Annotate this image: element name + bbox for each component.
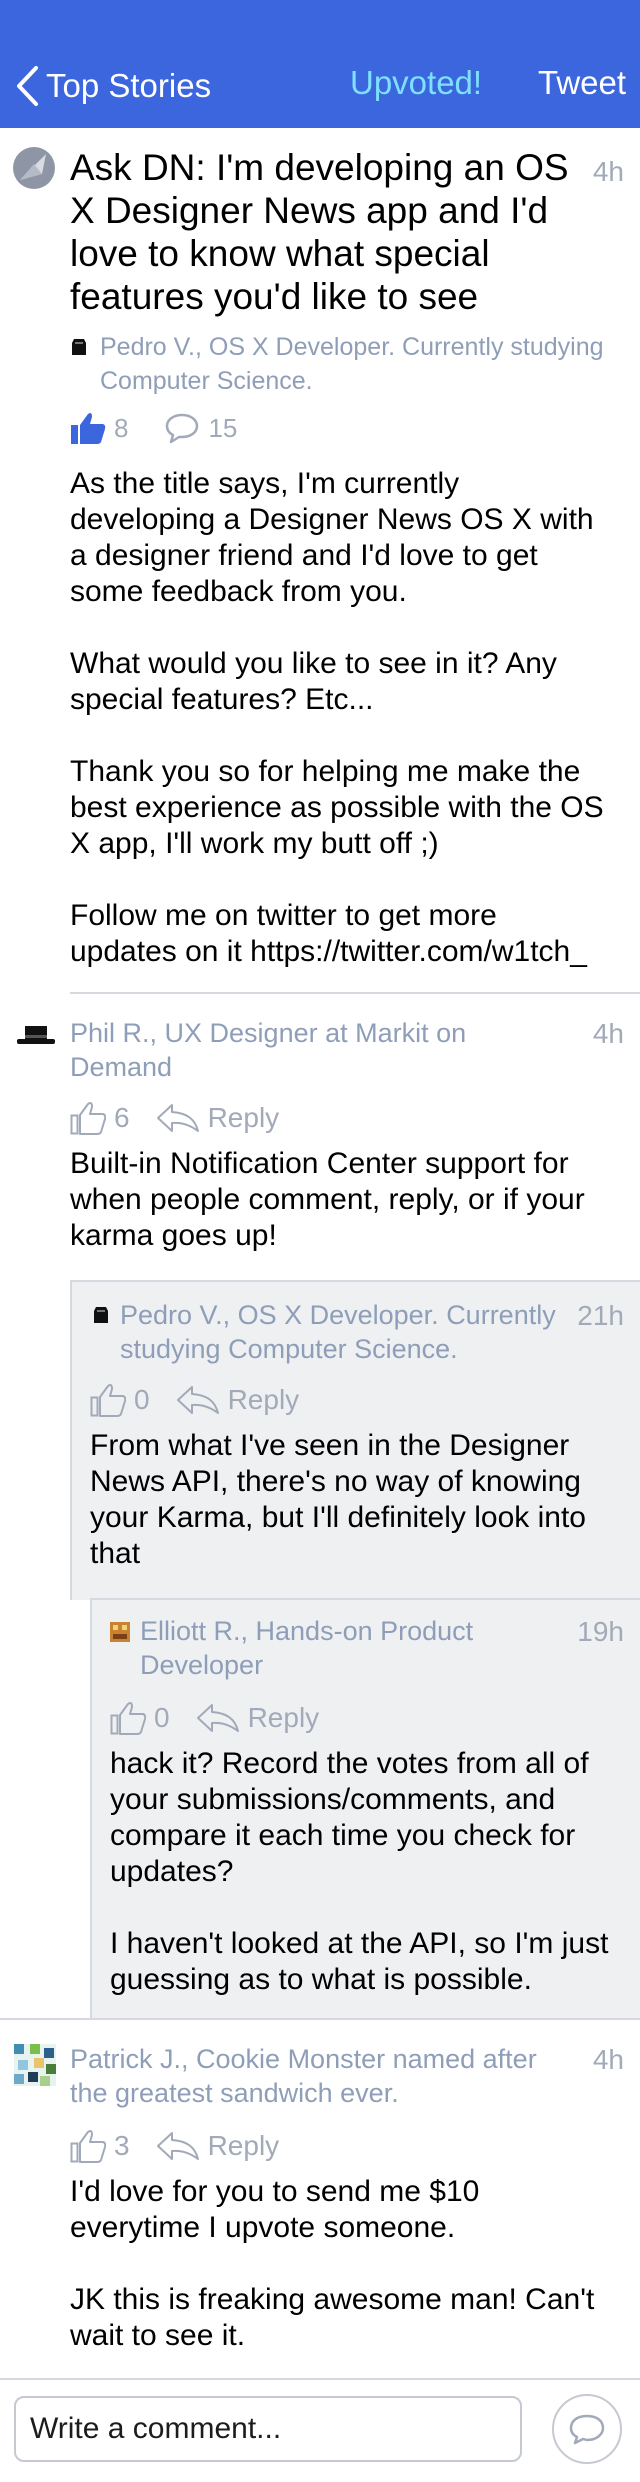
- upvote-count: 3: [114, 2130, 130, 2161]
- pixel-avatar-icon: [110, 1622, 130, 1642]
- comment-actions: 0 Reply: [90, 1380, 299, 1420]
- story-body: As the title says, I'm currently develop…: [70, 467, 604, 968]
- back-button[interactable]: Top Stories: [14, 60, 211, 112]
- reply-arrow-icon: [176, 1386, 219, 1414]
- divider: [70, 992, 640, 994]
- upvote-count: 6: [114, 1102, 130, 1133]
- tweet-button[interactable]: Tweet: [538, 64, 626, 102]
- reply-arrow-icon: [196, 1704, 239, 1732]
- story-time: 4h: [592, 156, 624, 187]
- upvote-button[interactable]: 0: [90, 1383, 150, 1417]
- upvote-button[interactable]: 6: [70, 1101, 130, 1135]
- chevron-left-icon: [17, 66, 38, 106]
- comment-actions: 3 Reply: [70, 2126, 279, 2166]
- story-comment-count: 15: [208, 412, 238, 443]
- upvote-button[interactable]: 0: [110, 1701, 170, 1735]
- thumbs-up-icon: [71, 413, 106, 444]
- comment-author[interactable]: Patrick J., Cookie Monster named after t…: [70, 2042, 560, 2110]
- comment-composer: [0, 2378, 640, 2482]
- thumbs-up-icon: [70, 1102, 106, 1135]
- thumbs-up-icon: [70, 2130, 106, 2163]
- reply-arrow-icon: [156, 2132, 199, 2160]
- story-meta: 8 15: [70, 408, 237, 448]
- comment-input[interactable]: [14, 2396, 522, 2462]
- comment-body: From what I've seen in the Designer News…: [90, 1429, 586, 1570]
- comment-author[interactable]: Elliott R., Hands-on Product Developer: [140, 1614, 540, 1682]
- send-bubble-icon: [569, 2414, 605, 2445]
- upvote-button[interactable]: 3: [70, 2129, 130, 2163]
- reply-label: Reply: [207, 2130, 280, 2161]
- comment-time: 4h: [592, 1018, 624, 1049]
- comment-body: I'd love for you to send me $10 everytim…: [70, 2175, 595, 2352]
- story-title[interactable]: Ask DN: I'm developing an OS X Designer …: [70, 146, 580, 318]
- pixel-avatar-icon: [14, 2044, 56, 2086]
- comment-actions: 6 Reply: [70, 1098, 279, 1138]
- thumbs-up-icon: [110, 1702, 146, 1735]
- reply-button[interactable]: Reply: [196, 1702, 320, 1734]
- back-label: Top Stories: [46, 67, 212, 104]
- comment-author[interactable]: Pedro V., OS X Developer. Currently stud…: [120, 1298, 560, 1366]
- send-button[interactable]: [552, 2394, 622, 2464]
- hat-icon: [17, 1026, 55, 1044]
- reply-button[interactable]: Reply: [176, 1384, 300, 1416]
- author-badge-icon: [72, 339, 86, 355]
- reply-label: Reply: [207, 1102, 280, 1133]
- comment-time: 21h: [577, 1300, 624, 1331]
- comment-body: Built-in Notification Center support for…: [70, 1147, 585, 1252]
- comment-time: 4h: [592, 2044, 624, 2075]
- reply-arrow-icon: [156, 1104, 199, 1132]
- sketch-icon: [13, 147, 55, 189]
- author-badge-icon: [94, 1307, 108, 1323]
- upvote-count: 0: [134, 1384, 150, 1415]
- comment-time: 19h: [577, 1616, 624, 1647]
- reply-button[interactable]: Reply: [156, 1102, 280, 1134]
- comment-actions: 0 Reply: [110, 1698, 319, 1738]
- thumbs-up-icon: [90, 1384, 126, 1417]
- upvote-count: 0: [154, 1702, 170, 1733]
- comment-author[interactable]: Phil R., UX Designer at Markit on Demand: [70, 1016, 490, 1084]
- story-author[interactable]: Pedro V., OS X Developer. Currently stud…: [100, 330, 620, 398]
- story-upvote-count: 8: [114, 412, 129, 443]
- upvote-button[interactable]: 8: [70, 411, 128, 445]
- speech-bubble-icon: [166, 413, 199, 444]
- upvoted-button[interactable]: Upvoted!: [350, 64, 482, 102]
- divider: [0, 2018, 640, 2020]
- reply-button[interactable]: Reply: [156, 2130, 280, 2162]
- reply-label: Reply: [227, 1384, 300, 1415]
- comment-body: hack it? Record the votes from all of yo…: [110, 1747, 609, 1996]
- comments-button[interactable]: 15: [164, 412, 237, 444]
- reply-label: Reply: [247, 1702, 320, 1733]
